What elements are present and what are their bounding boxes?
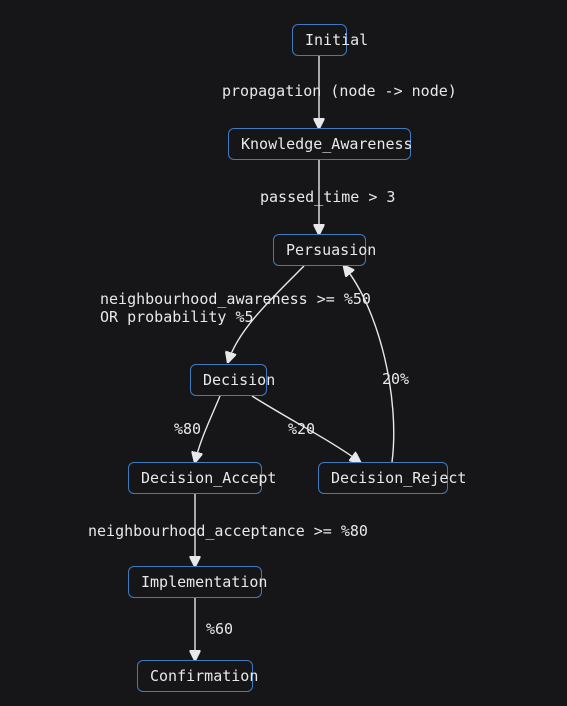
node-initial: Initial <box>292 24 347 56</box>
node-implementation: Implementation <box>128 566 262 598</box>
node-persuasion: Persuasion <box>273 234 366 266</box>
edge-label-80: %80 <box>174 420 201 438</box>
node-decision-accept: Decision_Accept <box>128 462 262 494</box>
state-diagram: Initial Knowledge_Awareness Persuasion D… <box>0 0 567 706</box>
edge-label-20: %20 <box>288 420 315 438</box>
node-confirmation: Confirmation <box>137 660 253 692</box>
node-decision-reject: Decision_Reject <box>318 462 448 494</box>
node-decision: Decision <box>190 364 267 396</box>
edges-layer <box>0 0 567 706</box>
edge-label-passed-time: passed_time > 3 <box>260 188 395 206</box>
edge-label-60: %60 <box>206 620 233 638</box>
edge-label-reject-back: 20% <box>382 370 409 388</box>
edge-label-propagation: propagation (node -> node) <box>222 82 457 100</box>
node-knowledge-awareness: Knowledge_Awareness <box>228 128 411 160</box>
edge-label-acceptance: neighbourhood_acceptance >= %80 <box>88 522 368 540</box>
edge-label-awareness: neighbourhood_awareness >= %50 OR probab… <box>100 290 371 326</box>
